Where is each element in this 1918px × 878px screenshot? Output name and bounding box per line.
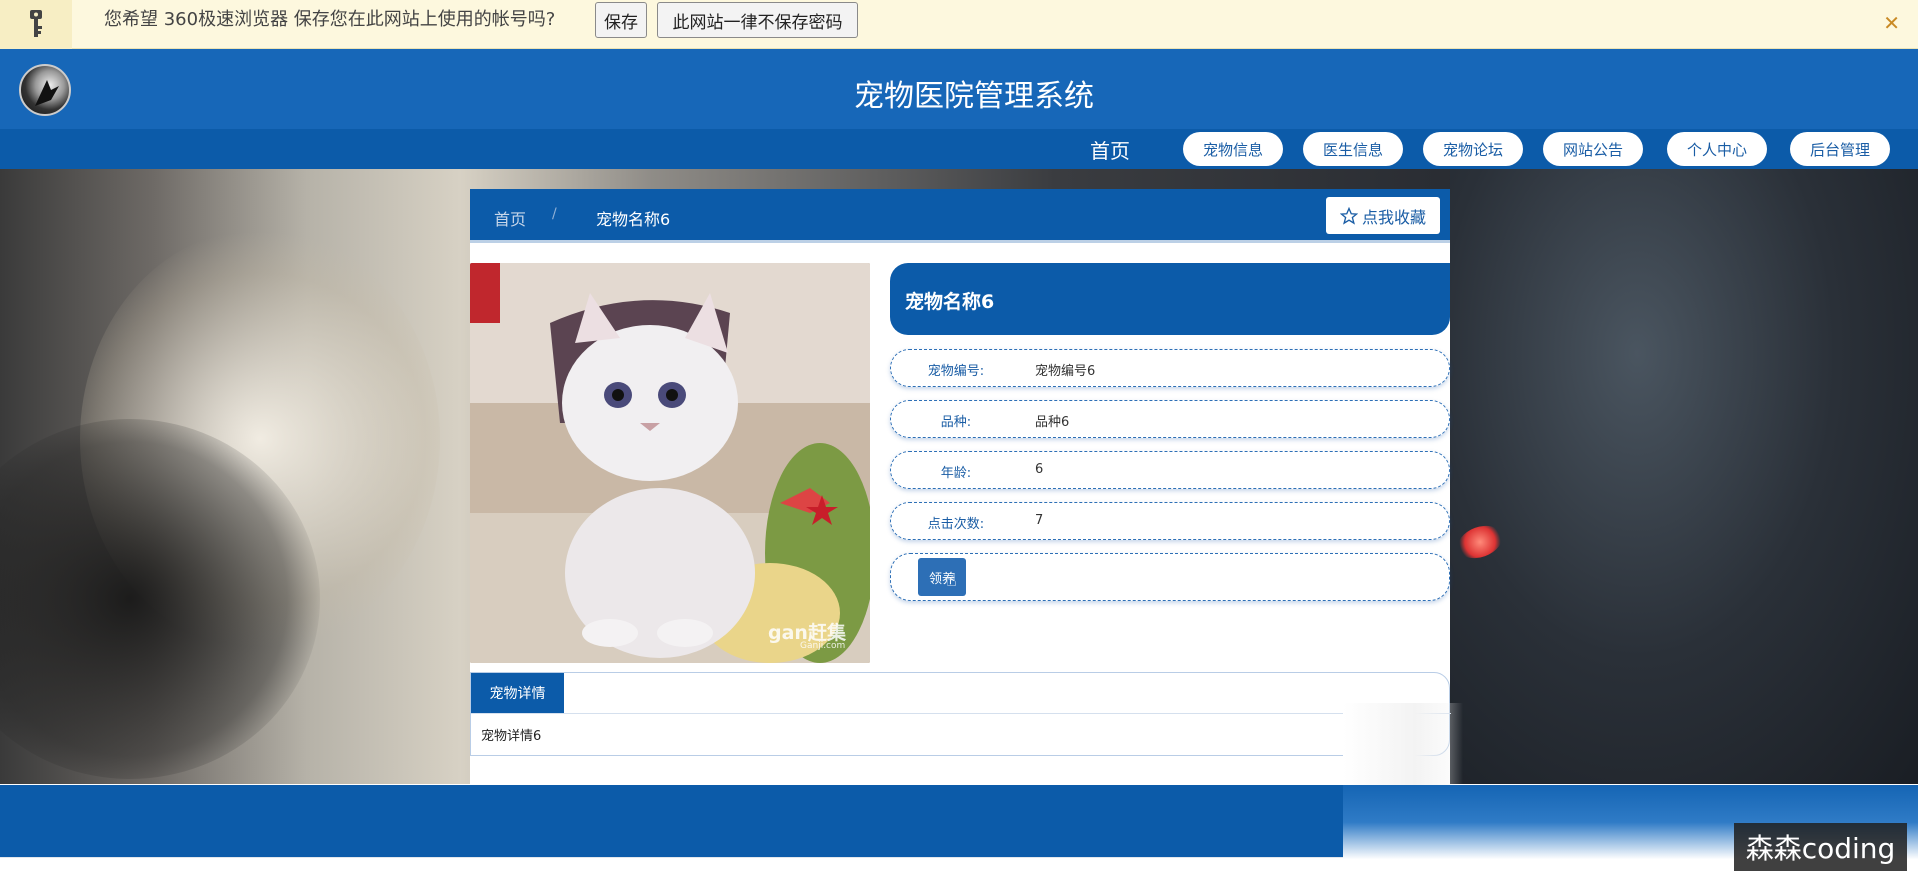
password-save-message: 您希望 360极速浏览器 保存您在此网站上使用的帐号吗?: [104, 9, 556, 30]
key-icon: [0, 0, 72, 49]
breadcrumb: 首页 / 宠物名称6 点我收藏: [470, 189, 1450, 243]
field-label: 点击次数:: [927, 517, 985, 532]
detail-tabs: 宠物详情 宠物详情6: [470, 672, 1451, 756]
field-value: 宠物编号6: [1035, 364, 1096, 379]
tab-pet-detail[interactable]: 宠物详情: [471, 673, 564, 713]
nav-item-personal-center[interactable]: 个人中心: [1667, 132, 1767, 166]
field-label: 品种:: [940, 415, 972, 430]
nav-item-pet-info[interactable]: 宠物信息: [1183, 132, 1283, 166]
field-value: 品种6: [1035, 415, 1070, 430]
tab-divider: [471, 713, 1451, 714]
field-label: 年龄:: [940, 466, 972, 481]
nav-home[interactable]: 首页: [1090, 135, 1130, 164]
field-value: 6: [1035, 462, 1044, 477]
password-save-bar: 您希望 360极速浏览器 保存您在此网站上使用的帐号吗? 保存 此网站一律不保存…: [0, 0, 1918, 49]
overlay-patch: [1343, 703, 1463, 785]
breadcrumb-current: 宠物名称6: [596, 210, 671, 229]
nav-item-pet-forum[interactable]: 宠物论坛: [1423, 132, 1523, 166]
site-title: 宠物医院管理系统: [854, 79, 1094, 114]
action-row: 领养 ☝: [890, 553, 1450, 601]
never-save-password-button[interactable]: 此网站一律不保存密码: [657, 2, 858, 38]
video-watermark: 森森coding: [1734, 823, 1907, 871]
nav-item-doctor-info[interactable]: 医生信息: [1303, 132, 1403, 166]
hand-cursor-icon: ☝: [946, 570, 957, 591]
nav-item-admin[interactable]: 后台管理: [1790, 132, 1890, 166]
save-password-button[interactable]: 保存: [595, 2, 647, 38]
breadcrumb-separator: /: [552, 206, 557, 222]
field-row-click-count: 点击次数: 7: [890, 502, 1450, 540]
site-header: 宠物医院管理系统: [0, 49, 1918, 129]
pet-photo: gan赶集 Ganji.com: [470, 263, 870, 663]
pet-name-header: 宠物名称6: [890, 263, 1450, 335]
main-nav: 首页 宠物信息 医生信息 宠物论坛 网站公告 个人中心 后台管理: [0, 129, 1918, 169]
field-row-pet-number: 宠物编号: 宠物编号6: [890, 349, 1450, 387]
pet-name: 宠物名称6: [905, 291, 995, 313]
photo-watermark-url: Ganji.com: [800, 641, 846, 651]
field-label: 宠物编号:: [927, 364, 985, 379]
field-row-age: 年龄: 6: [890, 451, 1450, 489]
favorite-button-label: 点我收藏: [1361, 207, 1426, 227]
tab-content: 宠物详情6: [481, 729, 542, 744]
field-row-breed: 品种: 品种6: [890, 400, 1450, 438]
field-value: 7: [1035, 513, 1044, 528]
star-icon: [1339, 206, 1358, 225]
adopt-button[interactable]: 领养: [918, 558, 966, 596]
pet-detail-panel: 首页 / 宠物名称6 点我收藏 gan赶集 Ganji.com 宠物名称6 宠物…: [470, 189, 1451, 785]
nav-item-announcements[interactable]: 网站公告: [1543, 132, 1643, 166]
favorite-button[interactable]: 点我收藏: [1326, 197, 1440, 234]
close-icon[interactable]: ✕: [1883, 11, 1900, 35]
breadcrumb-home[interactable]: 首页: [494, 206, 526, 230]
